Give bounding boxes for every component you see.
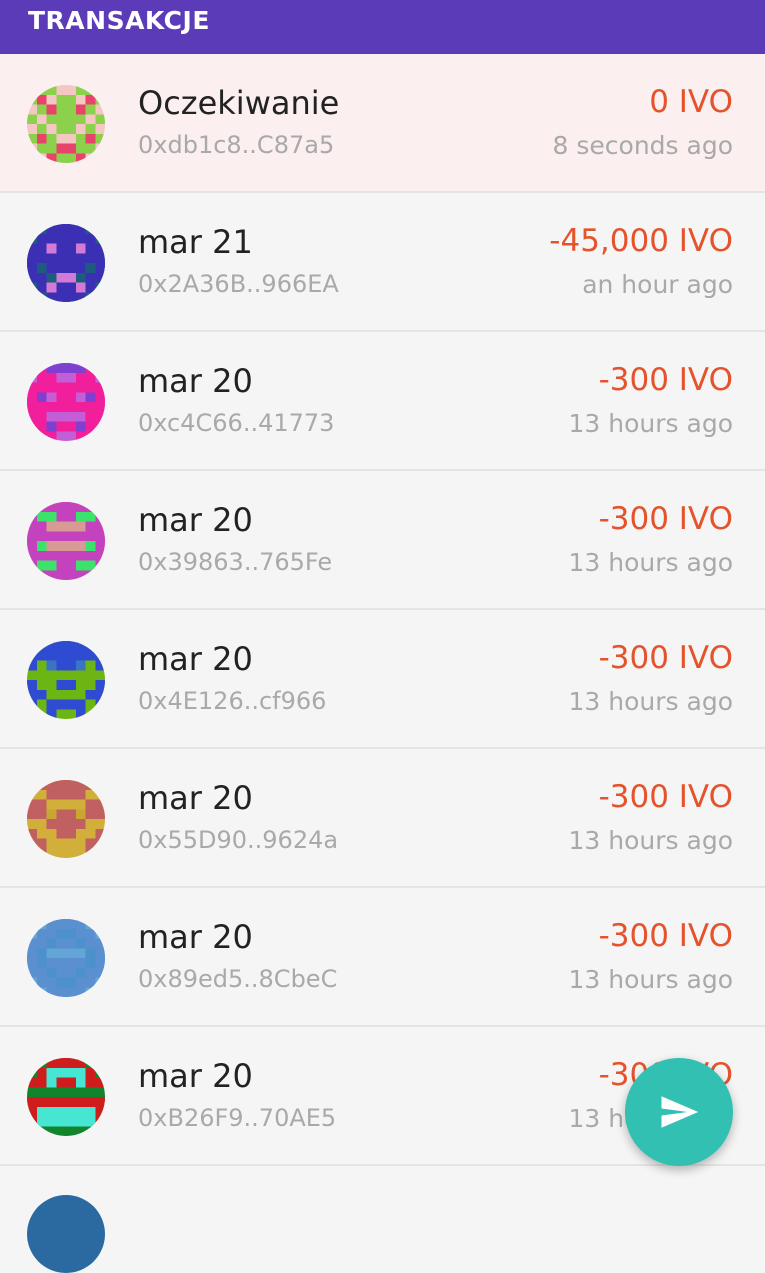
- transaction-row[interactable]: mar 20 0x55D90..9624a -300 IVO 13 hours …: [0, 749, 765, 888]
- transaction-amount: 0 IVO: [649, 84, 733, 120]
- app-header: TRANSAKCJE: [0, 0, 765, 54]
- transaction-title: Oczekiwanie: [138, 84, 340, 122]
- transaction-amount: -45,000 IVO: [549, 223, 733, 259]
- transaction-title: mar 21: [138, 223, 253, 261]
- transaction-title: mar 20: [138, 1057, 253, 1095]
- transaction-title: mar 20: [138, 362, 253, 400]
- transaction-row[interactable]: mar 20 0xc4C66..41773 -300 IVO 13 hours …: [0, 332, 765, 471]
- transaction-address: 0x89ed5..8CbeC: [138, 965, 338, 993]
- identicon-avatar: [27, 85, 105, 163]
- transaction-row[interactable]: Oczekiwanie 0xdb1c8..C87a5 0 IVO 8 secon…: [0, 54, 765, 193]
- header-title: TRANSAKCJE: [28, 6, 210, 35]
- transaction-title: mar 20: [138, 640, 253, 678]
- transaction-address: 0xc4C66..41773: [138, 409, 335, 437]
- transaction-time: 13 hours ago: [568, 965, 733, 994]
- transaction-time: 13 hours ago: [568, 687, 733, 716]
- transaction-row[interactable]: mar 20 0x4E126..cf966 -300 IVO 13 hours …: [0, 610, 765, 749]
- transaction-time: 13 hours ago: [568, 826, 733, 855]
- identicon-avatar: [27, 502, 105, 580]
- identicon-avatar: [27, 224, 105, 302]
- transaction-list[interactable]: Oczekiwanie 0xdb1c8..C87a5 0 IVO 8 secon…: [0, 54, 765, 1166]
- transaction-address: 0x2A36B..966EA: [138, 270, 339, 298]
- transaction-amount: -300 IVO: [598, 362, 733, 398]
- identicon-avatar: [27, 363, 105, 441]
- transaction-title: mar 20: [138, 918, 253, 956]
- transaction-amount: -300 IVO: [598, 918, 733, 954]
- transaction-address: 0x55D90..9624a: [138, 826, 339, 854]
- transaction-address: 0xdb1c8..C87a5: [138, 131, 335, 159]
- identicon-avatar: [27, 641, 105, 719]
- transaction-amount: -300 IVO: [598, 640, 733, 676]
- identicon-avatar: [27, 780, 105, 858]
- send-button[interactable]: [625, 1058, 733, 1166]
- transaction-row[interactable]: mar 21 0x2A36B..966EA -45,000 IVO an hou…: [0, 193, 765, 332]
- transaction-amount: -300 IVO: [598, 779, 733, 815]
- transaction-address: 0x39863..765Fe: [138, 548, 333, 576]
- identicon-avatar: [27, 1058, 105, 1136]
- transaction-row[interactable]: mar 20 0x39863..765Fe -300 IVO 13 hours …: [0, 471, 765, 610]
- transaction-time: 13 hours ago: [568, 548, 733, 577]
- transaction-amount: -300 IVO: [598, 501, 733, 537]
- transaction-title: mar 20: [138, 501, 253, 539]
- transaction-time: 13 hours ago: [568, 409, 733, 438]
- transaction-title: mar 20: [138, 779, 253, 817]
- send-icon: [661, 1096, 699, 1128]
- identicon-avatar-partial: [27, 1195, 105, 1273]
- transaction-row[interactable]: mar 20 0x89ed5..8CbeC -300 IVO 13 hours …: [0, 888, 765, 1027]
- transaction-time: 8 seconds ago: [552, 131, 733, 160]
- identicon-avatar: [27, 919, 105, 997]
- transaction-address: 0xB26F9..70AE5: [138, 1104, 337, 1132]
- transaction-time: an hour ago: [582, 270, 733, 299]
- transaction-address: 0x4E126..cf966: [138, 687, 327, 715]
